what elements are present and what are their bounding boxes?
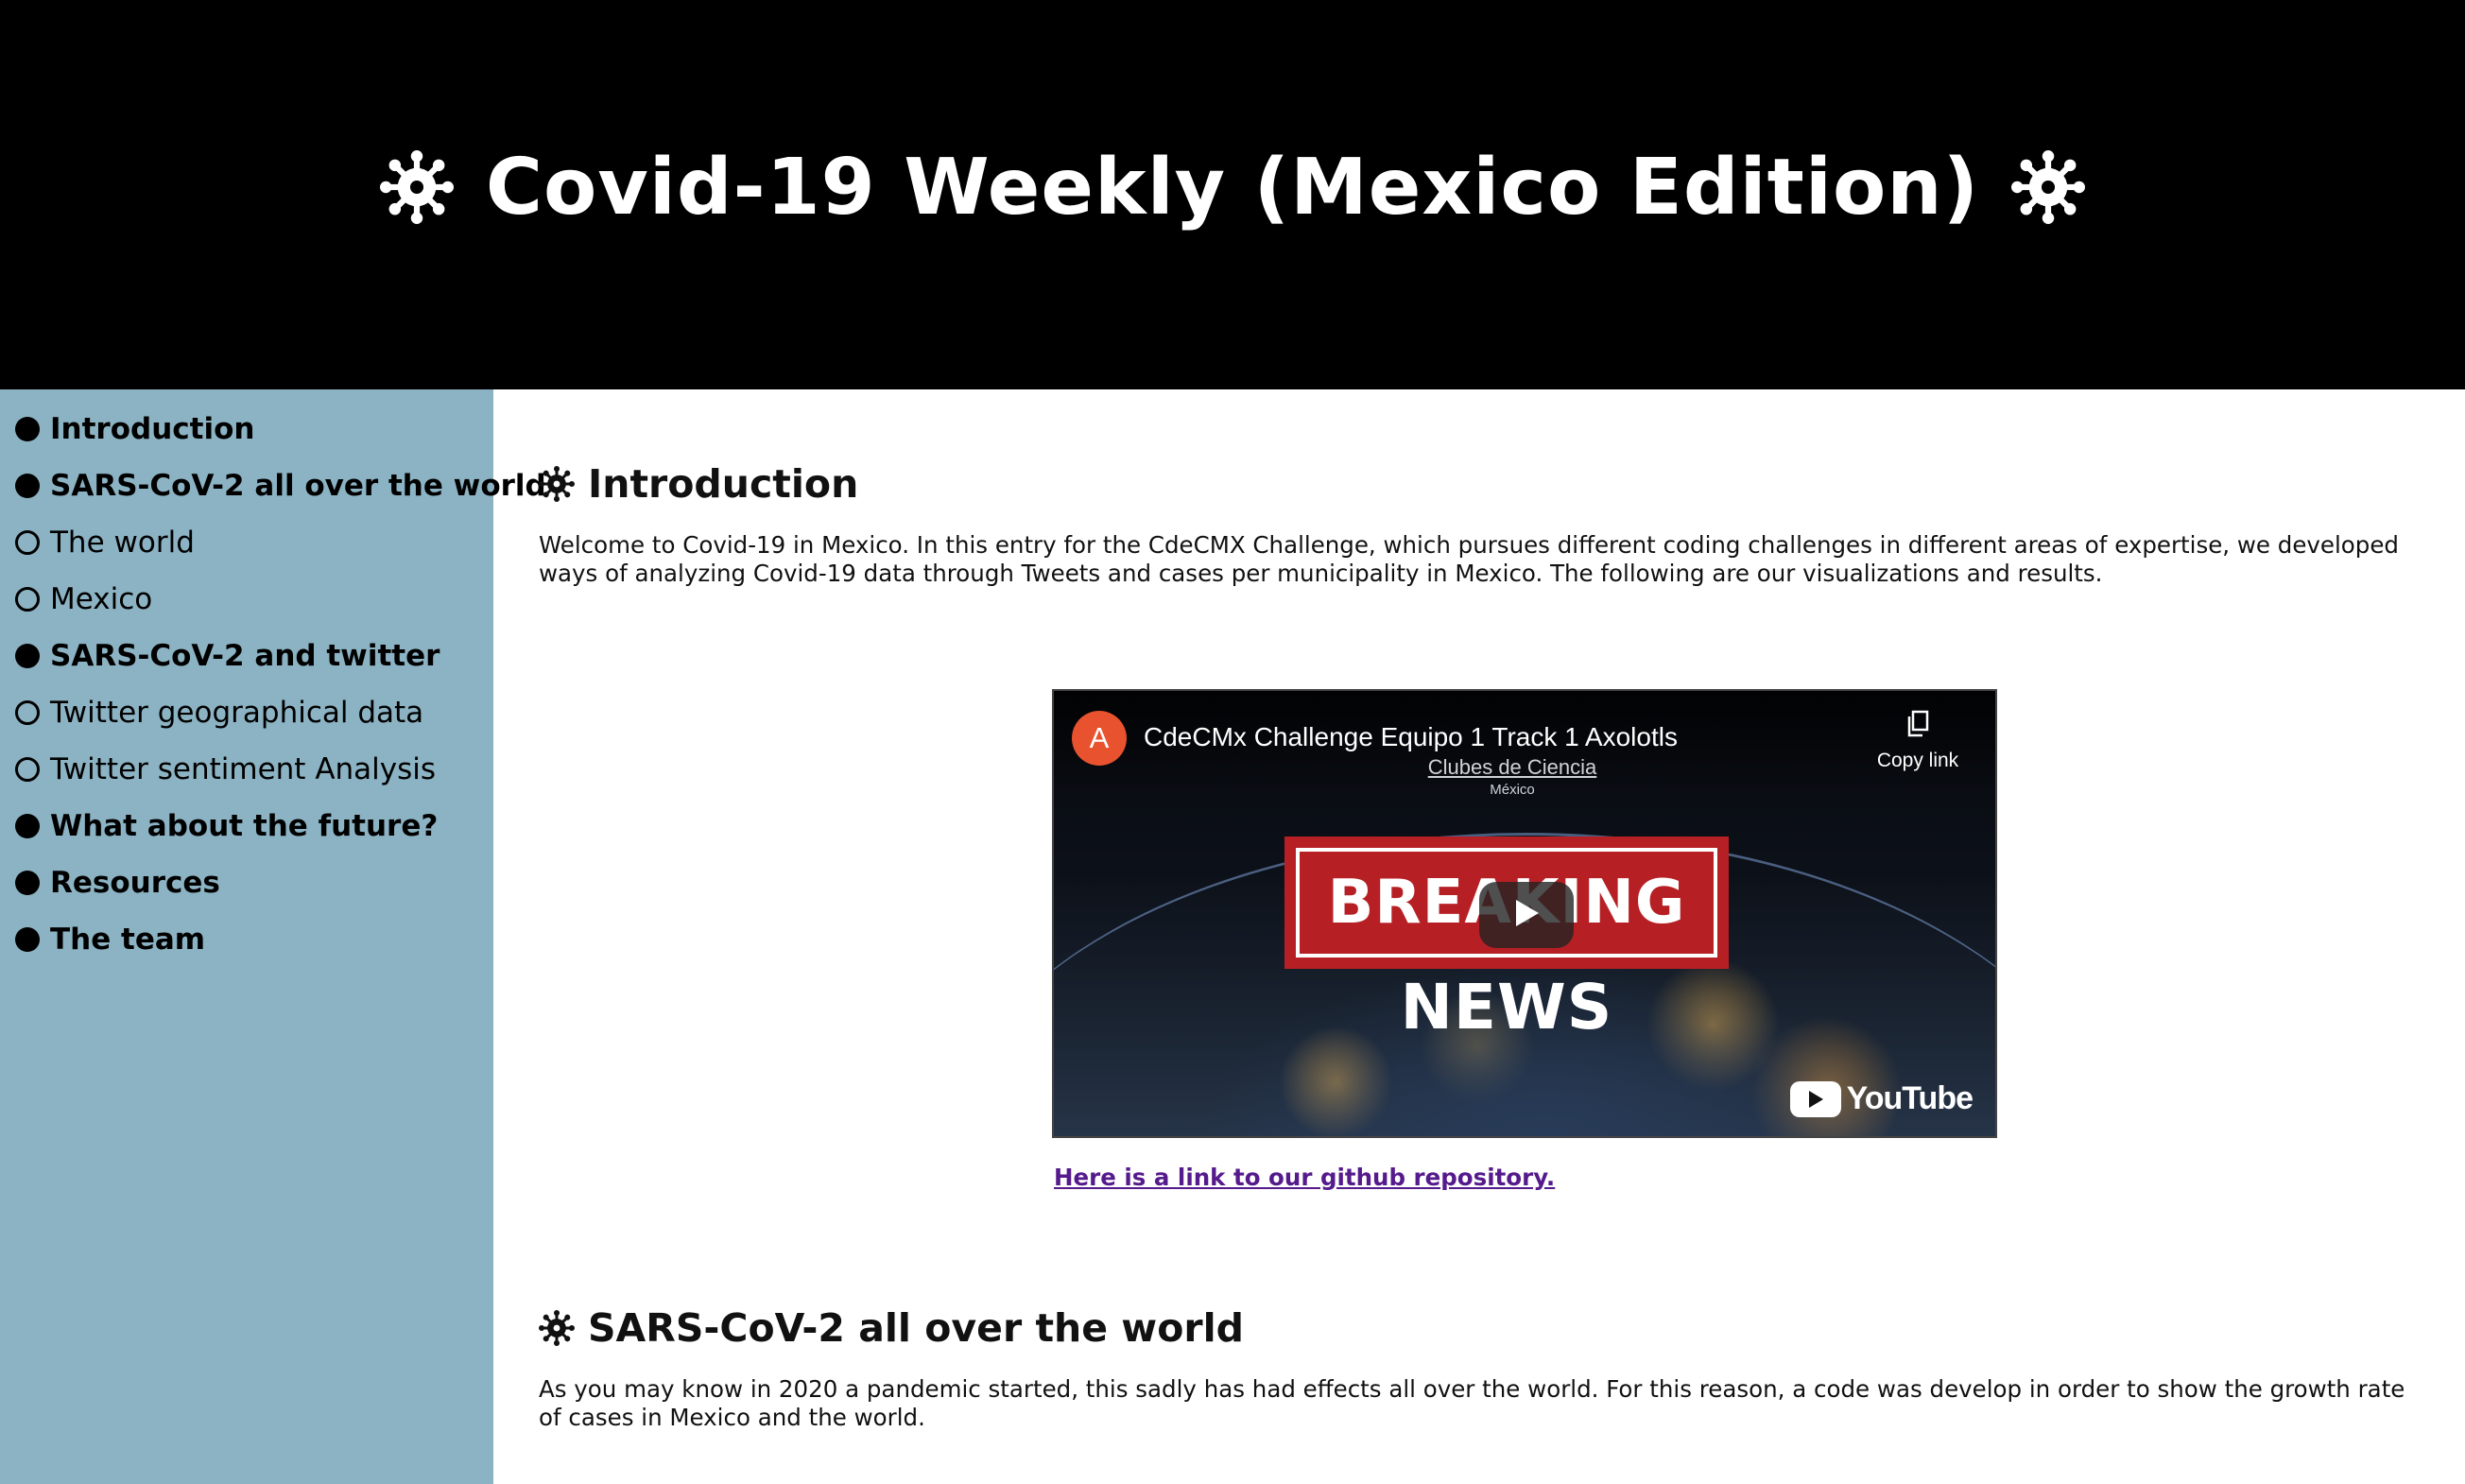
virus-icon <box>539 466 575 502</box>
hollow-bullet-icon <box>15 700 40 725</box>
introduction-section: Introduction Welcome to Covid-19 in Mexi… <box>539 461 2410 1191</box>
sidebar-item-label: Twitter geographical data <box>50 696 424 730</box>
virus-icon <box>379 150 454 224</box>
section-heading: Introduction <box>539 461 2410 507</box>
copy-link-label: Copy link <box>1876 750 1959 771</box>
filled-bullet-icon <box>15 417 40 441</box>
hollow-bullet-icon <box>15 757 40 782</box>
section-heading: SARS-CoV-2 all over the world <box>539 1305 2410 1351</box>
site-header: Covid-19 Weekly (Mexico Edition) <box>0 0 2465 389</box>
youtube-play-icon <box>1789 1080 1841 1117</box>
hollow-bullet-icon <box>15 587 40 612</box>
youtube-logo-text: YouTube <box>1846 1080 1974 1116</box>
sidebar-item-label: What about the future? <box>50 809 439 843</box>
intro-paragraph: Welcome to Covid-19 in Mexico. In this e… <box>539 531 2399 587</box>
section-heading-text: SARS-CoV-2 all over the world <box>588 1305 1244 1351</box>
sidebar-item-future[interactable]: What about the future? <box>15 798 493 854</box>
play-icon <box>1512 898 1541 932</box>
sidebar-item-the-team[interactable]: The team <box>15 911 493 968</box>
sidebar-item-mexico[interactable]: Mexico <box>15 571 493 628</box>
filled-bullet-icon <box>15 927 40 952</box>
sidebar-item-label: SARS-CoV-2 and twitter <box>50 639 440 673</box>
youtube-logo[interactable]: YouTube <box>1789 1080 1974 1117</box>
section-heading-text: Introduction <box>588 461 859 507</box>
sidebar-item-twitter-sentiment-analysis[interactable]: Twitter sentiment Analysis <box>15 741 493 798</box>
sidebar-item-label: Resources <box>50 866 220 900</box>
page-title-row: Covid-19 Weekly (Mexico Edition) <box>379 142 2086 233</box>
filled-bullet-icon <box>15 474 40 498</box>
sidebar-item-the-world[interactable]: The world <box>15 514 493 571</box>
channel-avatar[interactable]: A <box>1072 711 1127 766</box>
sidebar-item-sars-cov-2-world[interactable]: SARS-CoV-2 all over the world <box>15 457 546 514</box>
filled-bullet-icon <box>15 814 40 838</box>
youtube-video-embed[interactable]: A CdeCMx Challenge Equipo 1 Track 1 Axol… <box>1052 689 1997 1138</box>
sidebar-item-sars-cov-2-twitter[interactable]: SARS-CoV-2 and twitter <box>15 628 493 684</box>
sidebar-item-label: SARS-CoV-2 all over the world <box>50 469 546 503</box>
hollow-bullet-icon <box>15 530 40 555</box>
clubes-de-ciencia-logo: Clubes de Ciencia México <box>1427 755 1597 798</box>
virus-icon <box>2011 150 2086 224</box>
sidebar-item-resources[interactable]: Resources <box>15 854 493 911</box>
copy-icon <box>1905 710 1930 744</box>
logo-subtitle: México <box>1490 782 1535 798</box>
sars-cov-2-world-section: SARS-CoV-2 all over the world As you may… <box>539 1305 2410 1432</box>
sidebar-item-label: Mexico <box>50 582 153 616</box>
main-content: Introduction Welcome to Covid-19 in Mexi… <box>493 389 2465 1484</box>
github-repository-link[interactable]: Here is a link to our github repository. <box>1054 1164 1555 1191</box>
sidebar-item-label: The world <box>50 526 195 560</box>
virus-icon <box>539 1310 575 1346</box>
page-title: Covid-19 Weekly (Mexico Edition) <box>485 142 1980 233</box>
filled-bullet-icon <box>15 644 40 668</box>
sidebar-nav: Introduction SARS-CoV-2 all over the wor… <box>0 389 546 1484</box>
sidebar-item-label: The team <box>50 923 206 957</box>
world-paragraph: As you may know in 2020 a pandemic start… <box>539 1375 2405 1431</box>
sidebar-item-label: Introduction <box>50 412 255 446</box>
logo-name: Clubes de Ciencia <box>1427 755 1597 779</box>
sidebar-item-label: Twitter sentiment Analysis <box>50 752 437 786</box>
nav-list: Introduction SARS-CoV-2 all over the wor… <box>0 389 546 968</box>
sidebar-item-introduction[interactable]: Introduction <box>15 401 493 457</box>
sidebar-item-twitter-geographical-data[interactable]: Twitter geographical data <box>15 684 493 741</box>
copy-link-button[interactable]: Copy link <box>1870 710 1965 772</box>
video-title[interactable]: CdeCMx Challenge Equipo 1 Track 1 Axolot… <box>1144 722 1678 752</box>
filled-bullet-icon <box>15 871 40 895</box>
news-text: NEWS <box>1400 971 1613 1044</box>
play-button[interactable] <box>1479 882 1574 948</box>
